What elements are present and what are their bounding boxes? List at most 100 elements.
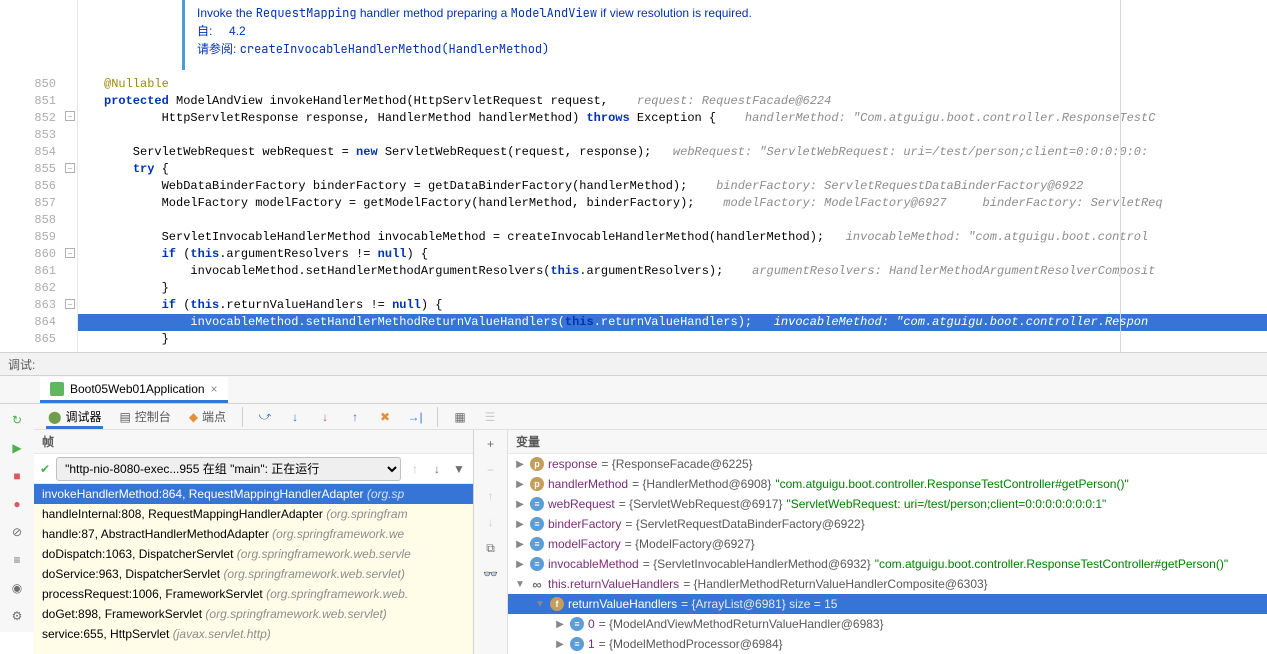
expand-icon[interactable]: ▼ <box>534 598 546 610</box>
console-icon: ▤ <box>119 410 130 424</box>
frames-header: 帧 <box>34 430 473 454</box>
expand-icon[interactable]: ▶ <box>514 498 526 510</box>
line-number: 863 <box>0 297 56 314</box>
breakpoints-icon: ◆ <box>189 410 198 424</box>
stack-frame[interactable]: doGet:898, FrameworkServlet (org.springf… <box>34 604 473 624</box>
view-breakpoints-icon[interactable]: ● <box>9 496 25 512</box>
run-config-label: Boot05Web01Application <box>70 382 205 396</box>
step-over-icon[interactable]: ⤻ <box>257 409 273 425</box>
variable-row[interactable]: ▶≡0 = {ModelAndViewMethodReturnValueHand… <box>508 614 1267 634</box>
variables-tree[interactable]: ▶presponse = {ResponseFacade@6225}▶phand… <box>508 454 1267 654</box>
fold-minus-icon[interactable]: − <box>65 299 75 309</box>
get-thread-dump-icon[interactable]: ≡ <box>9 552 25 568</box>
expand-icon[interactable]: ▼ <box>514 578 526 590</box>
fold-minus-icon[interactable]: − <box>65 111 75 121</box>
variable-row[interactable]: ▶≡binderFactory = {ServletRequestDataBin… <box>508 514 1267 534</box>
line-number: 854 <box>0 144 56 161</box>
stack-frame-list[interactable]: invokeHandlerMethod:864, RequestMappingH… <box>34 484 473 654</box>
var-type-icon: ∞ <box>530 577 544 591</box>
expand-icon[interactable]: ▶ <box>514 538 526 550</box>
bug-icon: ⬤ <box>48 410 61 424</box>
debug-panel-label: 调试: <box>8 356 35 373</box>
var-type-icon: p <box>530 457 544 471</box>
variable-row[interactable]: ▼freturnValueHandlers = {ArrayList@6981}… <box>508 594 1267 614</box>
thread-selector[interactable]: "http-nio-8080-exec...955 在组 "main": 正在运… <box>56 457 401 481</box>
stack-frame[interactable]: doDispatch:1063, DispatcherServlet (org.… <box>34 544 473 564</box>
breakpoints-tab[interactable]: ◆ 端点 <box>187 404 228 429</box>
variable-row[interactable]: ▶≡invocableMethod = {ServletInvocableHan… <box>508 554 1267 574</box>
expand-icon[interactable]: ▶ <box>554 638 566 650</box>
vars-toolbar: + − ↑ ↓ ⧉ 👓 <box>474 430 508 654</box>
variable-row[interactable]: ▶presponse = {ResponseFacade@6225} <box>508 454 1267 474</box>
line-number: 859 <box>0 229 56 246</box>
spring-boot-icon <box>50 382 64 396</box>
down-icon[interactable]: ↓ <box>483 514 499 530</box>
line-number: 856 <box>0 178 56 195</box>
mute-breakpoints-icon[interactable]: ⊘ <box>9 524 25 540</box>
ok-check-icon: ✔ <box>40 462 50 476</box>
variables-header: 变量 <box>508 430 1267 454</box>
code-editor[interactable]: Invoke the RequestMapping handler method… <box>78 0 1267 352</box>
remove-watch-icon[interactable]: − <box>483 462 499 478</box>
stop-icon[interactable]: ■ <box>9 468 25 484</box>
stack-frame[interactable]: handle:87, AbstractHandlerMethodAdapter … <box>34 524 473 544</box>
next-frame-icon[interactable]: ↓ <box>429 461 445 477</box>
rerun-icon[interactable]: ↻ <box>9 412 25 428</box>
fold-minus-icon[interactable]: − <box>65 248 75 258</box>
fold-gutter[interactable]: − − − − <box>64 0 78 352</box>
variable-row[interactable]: ▶≡webRequest = {ServletWebRequest@6917} … <box>508 494 1267 514</box>
line-number: 850 <box>0 76 56 93</box>
variable-row[interactable]: ▶≡modelFactory = {ModelFactory@6927} <box>508 534 1267 554</box>
camera-icon[interactable]: ◉ <box>9 580 25 596</box>
expand-icon[interactable]: ▶ <box>514 558 526 570</box>
up-icon[interactable]: ↑ <box>483 488 499 504</box>
var-type-icon: f <box>550 597 564 611</box>
copy-icon[interactable]: ⧉ <box>483 540 499 556</box>
line-number: 862 <box>0 280 56 297</box>
expand-icon[interactable]: ▶ <box>514 458 526 470</box>
expand-icon[interactable]: ▶ <box>514 478 526 490</box>
line-number: 864 <box>0 314 56 331</box>
drop-frame-icon[interactable]: ✖ <box>377 409 393 425</box>
stack-frame[interactable]: doService:963, DispatcherServlet (org.sp… <box>34 564 473 584</box>
filter-icon[interactable]: ▼ <box>451 461 467 477</box>
var-type-icon: ≡ <box>530 497 544 511</box>
run-config-tab[interactable]: Boot05Web01Application × <box>40 377 228 403</box>
prev-frame-icon[interactable]: ↑ <box>407 461 423 477</box>
var-type-icon: ≡ <box>570 637 584 651</box>
resume-icon[interactable]: ▶ <box>9 440 25 456</box>
watches-icon[interactable]: 👓 <box>483 566 499 582</box>
expand-icon[interactable]: ▶ <box>514 518 526 530</box>
run-to-cursor-icon[interactable]: →| <box>407 409 423 425</box>
variable-row[interactable]: ▶phandlerMethod = {HandlerMethod@6908} "… <box>508 474 1267 494</box>
var-type-icon: ≡ <box>530 537 544 551</box>
force-step-into-icon[interactable]: ↓ <box>317 409 333 425</box>
console-tab[interactable]: ▤ 控制台 <box>117 404 172 429</box>
stack-frame[interactable]: handleInternal:808, RequestMappingHandle… <box>34 504 473 524</box>
evaluate-icon[interactable]: ▦ <box>452 409 468 425</box>
line-number: 865 <box>0 331 56 348</box>
debugger-tab[interactable]: ⬤ 调试器 <box>46 404 103 429</box>
line-number: 860 <box>0 246 56 263</box>
annotation: @Nullable <box>104 77 169 91</box>
line-number: 852 <box>0 110 56 127</box>
step-out-icon[interactable]: ↑ <box>347 409 363 425</box>
close-icon[interactable]: × <box>211 382 218 396</box>
stack-frame[interactable]: invokeHandlerMethod:864, RequestMappingH… <box>34 484 473 504</box>
line-number: 855 <box>0 161 56 178</box>
line-number: 858 <box>0 212 56 229</box>
variable-row[interactable]: ▶≡1 = {ModelMethodProcessor@6984} <box>508 634 1267 654</box>
javadoc-panel: Invoke the RequestMapping handler method… <box>182 0 1267 70</box>
line-number: 861 <box>0 263 56 280</box>
stack-frame[interactable]: service:655, HttpServlet (javax.servlet.… <box>34 624 473 644</box>
add-watch-icon[interactable]: + <box>483 436 499 452</box>
trace-icon[interactable]: ☰ <box>482 409 498 425</box>
debug-left-toolbar: ↻ ▶ ■ ● ⊘ ≡ ◉ ⚙ <box>0 404 34 632</box>
settings-icon[interactable]: ⚙ <box>9 608 25 624</box>
step-into-icon[interactable]: ↓ <box>287 409 303 425</box>
expand-icon[interactable]: ▶ <box>554 618 566 630</box>
var-type-icon: ≡ <box>530 517 544 531</box>
variable-row[interactable]: ▼∞this.returnValueHandlers = {HandlerMet… <box>508 574 1267 594</box>
fold-minus-icon[interactable]: − <box>65 163 75 173</box>
stack-frame[interactable]: processRequest:1006, FrameworkServlet (o… <box>34 584 473 604</box>
